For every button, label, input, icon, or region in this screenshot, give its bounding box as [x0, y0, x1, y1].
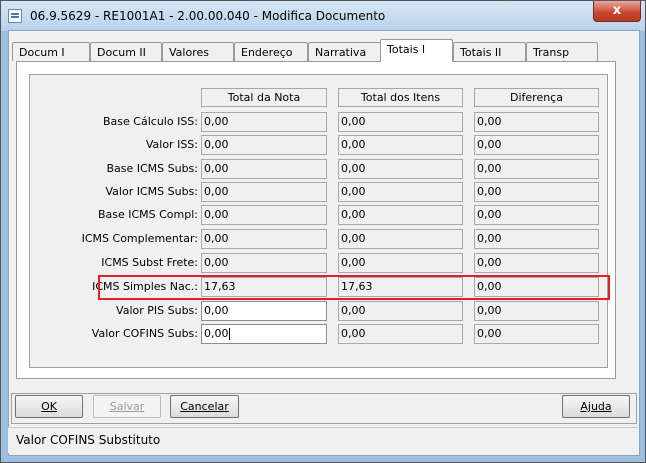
- close-button[interactable]: x: [593, 1, 641, 22]
- value-field: 0,00: [338, 301, 463, 321]
- value-field: 0,00: [474, 135, 599, 155]
- value-field: 0,00: [474, 229, 599, 249]
- value-field: 0,00: [338, 205, 463, 225]
- value-field: 0,00: [201, 182, 327, 202]
- row-label: Base ICMS Subs:: [106, 162, 198, 175]
- value-field: 0,00: [201, 112, 327, 132]
- save-button[interactable]: Salvar: [93, 395, 161, 418]
- row-label: ICMS Complementar:: [81, 232, 198, 245]
- value-field: 0,00: [338, 159, 463, 179]
- tab-totais-i[interactable]: Totais I: [380, 39, 453, 62]
- text-caret: [228, 328, 230, 340]
- value-field: 0,00: [338, 324, 463, 344]
- value-field: 0,00: [201, 159, 327, 179]
- status-bar: Valor COFINS Substituto: [8, 427, 638, 453]
- app-icon: [8, 9, 22, 23]
- highlight-box: [98, 275, 610, 300]
- tab-docum-i[interactable]: Docum I: [12, 42, 90, 61]
- column-header-total-nota: Total da Nota: [201, 88, 327, 107]
- field-value: 0,00: [204, 327, 229, 340]
- value-field: 0,00: [201, 229, 327, 249]
- ok-button[interactable]: OK: [15, 395, 83, 418]
- value-field: 0,00: [201, 253, 327, 273]
- tab-transp[interactable]: Transp: [526, 42, 598, 61]
- column-header-diferenca: Diferença: [474, 88, 599, 107]
- save-label: Salvar: [109, 400, 145, 413]
- help-label: Ajuda: [580, 400, 612, 413]
- window-title: 06.9.5629 - RE1001A1 - 2.00.00.040 - Mod…: [30, 9, 386, 23]
- value-field: 0,00: [474, 205, 599, 225]
- ok-label: OK: [41, 400, 57, 413]
- value-field: 0,00: [338, 253, 463, 273]
- value-field: 0,00: [338, 182, 463, 202]
- tab-docum-ii[interactable]: Docum II: [90, 42, 162, 61]
- tab-narrativa[interactable]: Narrativa: [308, 42, 381, 61]
- value-field: 0,00: [474, 112, 599, 132]
- valor-cofins-subs-input[interactable]: 0,00: [201, 324, 327, 344]
- cancel-button[interactable]: Cancelar: [170, 395, 239, 418]
- row-label: Valor ICMS Subs:: [105, 185, 199, 198]
- value-field: 0,00: [338, 112, 463, 132]
- row-label: ICMS Subst Frete:: [101, 256, 198, 269]
- value-field: 0,00: [338, 229, 463, 249]
- help-button[interactable]: Ajuda: [562, 395, 630, 418]
- tab-totais-ii[interactable]: Totais II: [453, 42, 526, 61]
- value-field: 0,00: [474, 324, 599, 344]
- value-field: 0,00: [338, 135, 463, 155]
- value-field: 0,00: [201, 135, 327, 155]
- value-field: 0,00: [474, 253, 599, 273]
- row-label: Base Cálculo ISS:: [103, 115, 198, 128]
- cancel-label: Cancelar: [180, 400, 229, 413]
- row-label: Valor ISS:: [145, 138, 198, 151]
- value-field: 0,00: [474, 301, 599, 321]
- valor-pis-subs-input[interactable]: 0,00: [201, 301, 327, 321]
- value-field: 0,00: [201, 205, 327, 225]
- row-label: Base ICMS Compl:: [97, 208, 198, 221]
- column-header-total-itens: Total dos Itens: [338, 88, 463, 107]
- value-field: 0,00: [474, 159, 599, 179]
- row-label: Valor PIS Subs:: [116, 304, 198, 317]
- tab-valores[interactable]: Valores: [162, 42, 234, 61]
- title-bar[interactable]: 06.9.5629 - RE1001A1 - 2.00.00.040 - Mod…: [1, 1, 645, 31]
- tab-endereco[interactable]: Endereço: [234, 42, 308, 61]
- value-field: 0,00: [474, 182, 599, 202]
- row-label: Valor COFINS Subs:: [91, 327, 198, 340]
